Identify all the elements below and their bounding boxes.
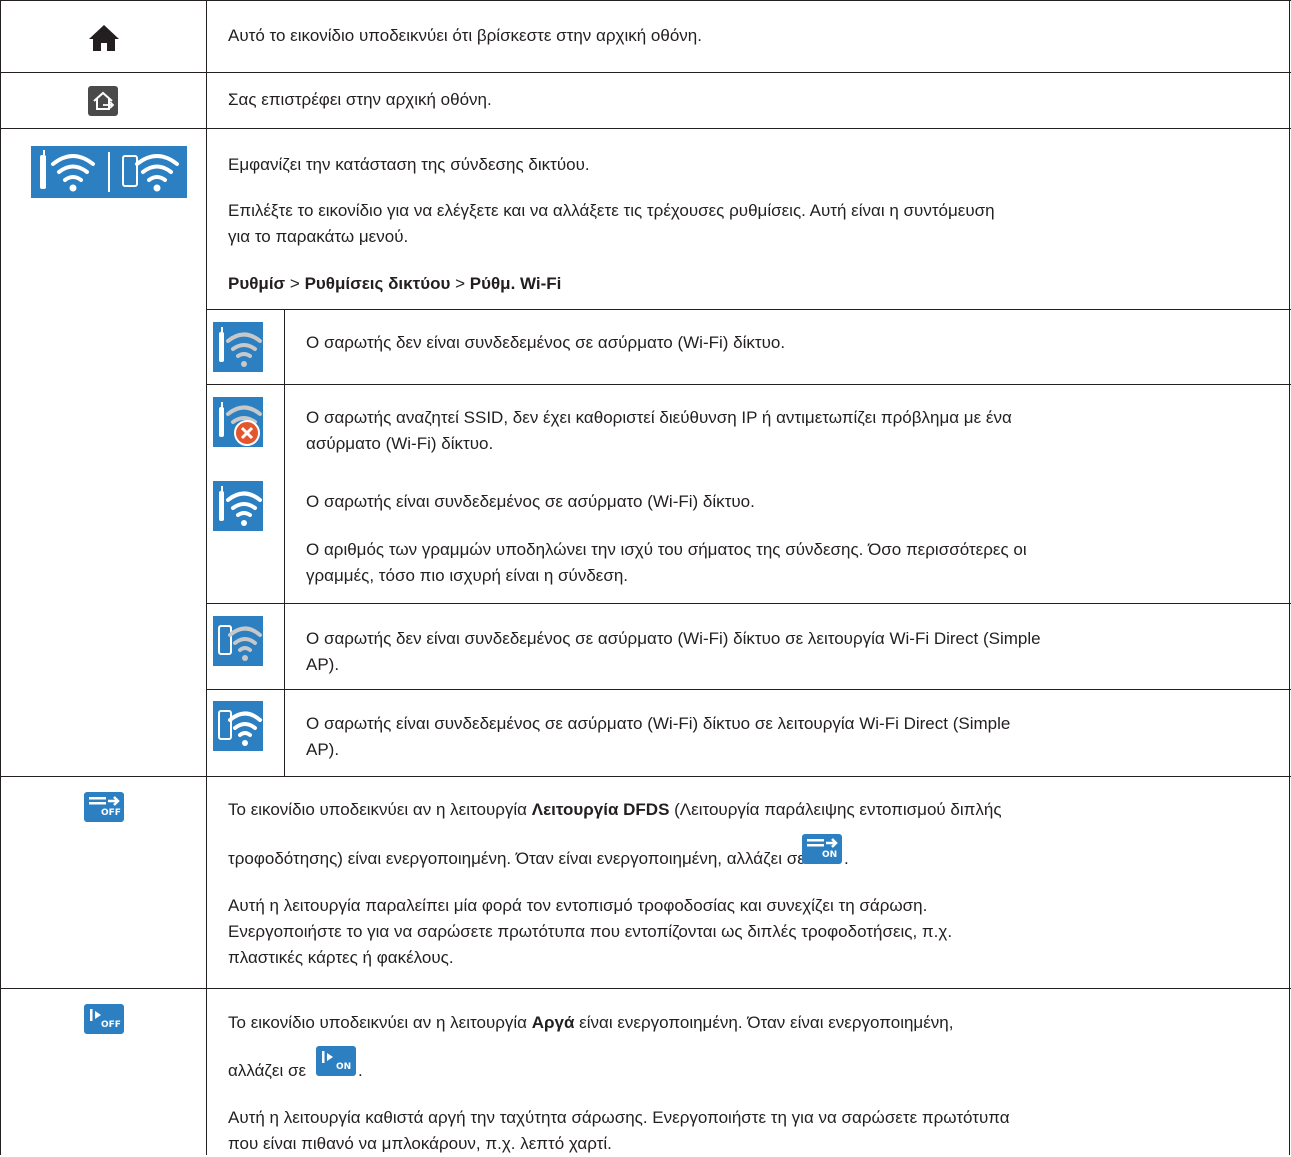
wifi-direct-disconnected-text-2: AP). (306, 655, 340, 674)
on-label: ON (336, 1062, 352, 1072)
rule (0, 128, 1291, 129)
slow-text-2: αλλάζει σε (228, 1061, 307, 1080)
network-line-2b: για το παρακάτω μενού. (228, 227, 409, 246)
menu-path-separator: > (285, 274, 305, 293)
wifi-direct-connected-text-2: AP). (306, 740, 340, 759)
dfds-off-icon: OFF (84, 792, 124, 827)
off-label: OFF (101, 808, 121, 818)
wifi-connected-text-3: γραμμές, τόσο πιο ισχυρή είναι η σύνδεση… (306, 566, 629, 585)
wifi-disconnected-text: Ο σαρωτής δεν είναι συνδεδεμένος σε ασύρ… (306, 333, 786, 352)
wifi-connected-icon (213, 481, 263, 536)
wifi-direct-connected-text-1: Ο σαρωτής είναι συνδεδεμένος σε ασύρματο… (306, 714, 1011, 733)
dfds-text-3: Αυτή η λειτουργία παραλείπει μία φορά το… (228, 896, 928, 915)
network-line-2a: Επιλέξτε το εικονίδιο για να ελέγξετε κα… (228, 201, 995, 220)
slow-text-1a: Το εικονίδιο υποδεικνύει αν η λειτουργία (228, 1013, 532, 1032)
slow-mode-name: Αργά (531, 1013, 575, 1032)
wifi-connected-text-2: Ο αριθμός των γραμμών υποδηλώνει την ισχ… (306, 540, 1027, 559)
menu-path: Ρυθμίσ > Ρυθμίσεις δικτύου > Ρύθμ. Wi-Fi (228, 271, 561, 297)
wifi-connected-text-1: Ο σαρωτής είναι συνδεδεμένος σε ασύρματο… (306, 492, 755, 511)
slow-text-2-end: . (358, 1061, 363, 1080)
home-description: Αυτό το εικονίδιο υποδεικνύει ότι βρίσκε… (228, 26, 702, 45)
slow-text-3: Αυτή η λειτουργία καθιστά αργή την ταχύτ… (228, 1108, 1010, 1127)
wifi-direct-disconnected-text-1: Ο σαρωτής δεν είναι συνδεδεμένος σε ασύρ… (306, 629, 1041, 648)
wifi-error-text-2: ασύρματο (Wi-Fi) δίκτυο. (306, 434, 494, 453)
wifi-error-icon (213, 397, 263, 452)
dfds-text-5: πλαστικές κάρτες ή φακέλους. (228, 948, 454, 967)
slow-off-icon: OFF (84, 1004, 124, 1039)
on-label: ON (822, 850, 838, 860)
rule (1289, 0, 1290, 1155)
dfds-text-1c: (Λειτουργία παράλειψης εντοπισμού διπλής (669, 800, 1002, 819)
wifi-direct-connected-icon (213, 701, 263, 756)
menu-path-separator: > (450, 274, 470, 293)
dfds-text-2a: τροφοδότησης) είναι ενεργοποιημένη. Όταν… (228, 849, 805, 868)
menu-path-item: Ρυθμίσεις δικτύου (304, 274, 451, 293)
rule (206, 0, 207, 1155)
network-line-1: Εμφανίζει την κατάσταση της σύνδεσης δικ… (228, 155, 590, 174)
rule (0, 988, 1291, 989)
icon-reference-table: Αυτό το εικονίδιο υποδεικνύει ότι βρίσκε… (0, 0, 1291, 1155)
off-label: OFF (101, 1020, 121, 1030)
dfds-on-icon: ON (802, 834, 842, 869)
dfds-text-1a: Το εικονίδιο υποδεικνύει αν η λειτουργία (228, 800, 532, 819)
wifi-disconnected-icon (213, 322, 263, 377)
home-icon (88, 24, 120, 57)
dfds-text-1: Το εικονίδιο υποδεικνύει αν η λειτουργία… (228, 797, 1002, 823)
wifi-direct-disconnected-icon (213, 616, 263, 671)
slow-text-4: που είναι πιθανό να μπλοκάρουν, π.χ. λεπ… (228, 1134, 612, 1153)
rule (0, 72, 1291, 73)
rule (284, 309, 285, 776)
rule (206, 384, 1291, 385)
slow-text-1c: είναι ενεργοποιημένη. Όταν είναι ενεργοπ… (574, 1013, 954, 1032)
rule (206, 689, 1291, 690)
slow-text-1: Το εικονίδιο υποδεικνύει αν η λειτουργία… (228, 1010, 953, 1036)
dfds-text-2-end: . (844, 849, 849, 868)
slow-on-icon: ON (316, 1046, 356, 1081)
rule (0, 776, 1291, 777)
network-status-icon (31, 146, 187, 203)
dfds-text-4: Ενεργοποιήστε το για να σαρώσετε πρωτότυ… (228, 922, 953, 941)
wifi-error-text-1: Ο σαρωτής αναζητεί SSID, δεν έχει καθορι… (306, 408, 1012, 427)
rule (206, 309, 1291, 310)
dfds-text-2: τροφοδότησης) είναι ενεργοποιημένη. Όταν… (228, 846, 805, 872)
dfds-mode-name: Λειτουργία DFDS (531, 800, 670, 819)
rule (206, 603, 1291, 604)
back-home-description: Σας επιστρέφει στην αρχική οθόνη. (228, 90, 492, 109)
rule (0, 0, 1291, 1)
rule (0, 0, 1, 1155)
menu-path-item: Ρύθμ. Wi-Fi (469, 274, 562, 293)
back-to-home-icon (88, 86, 118, 121)
menu-path-item: Ρυθμίσ (228, 274, 286, 293)
